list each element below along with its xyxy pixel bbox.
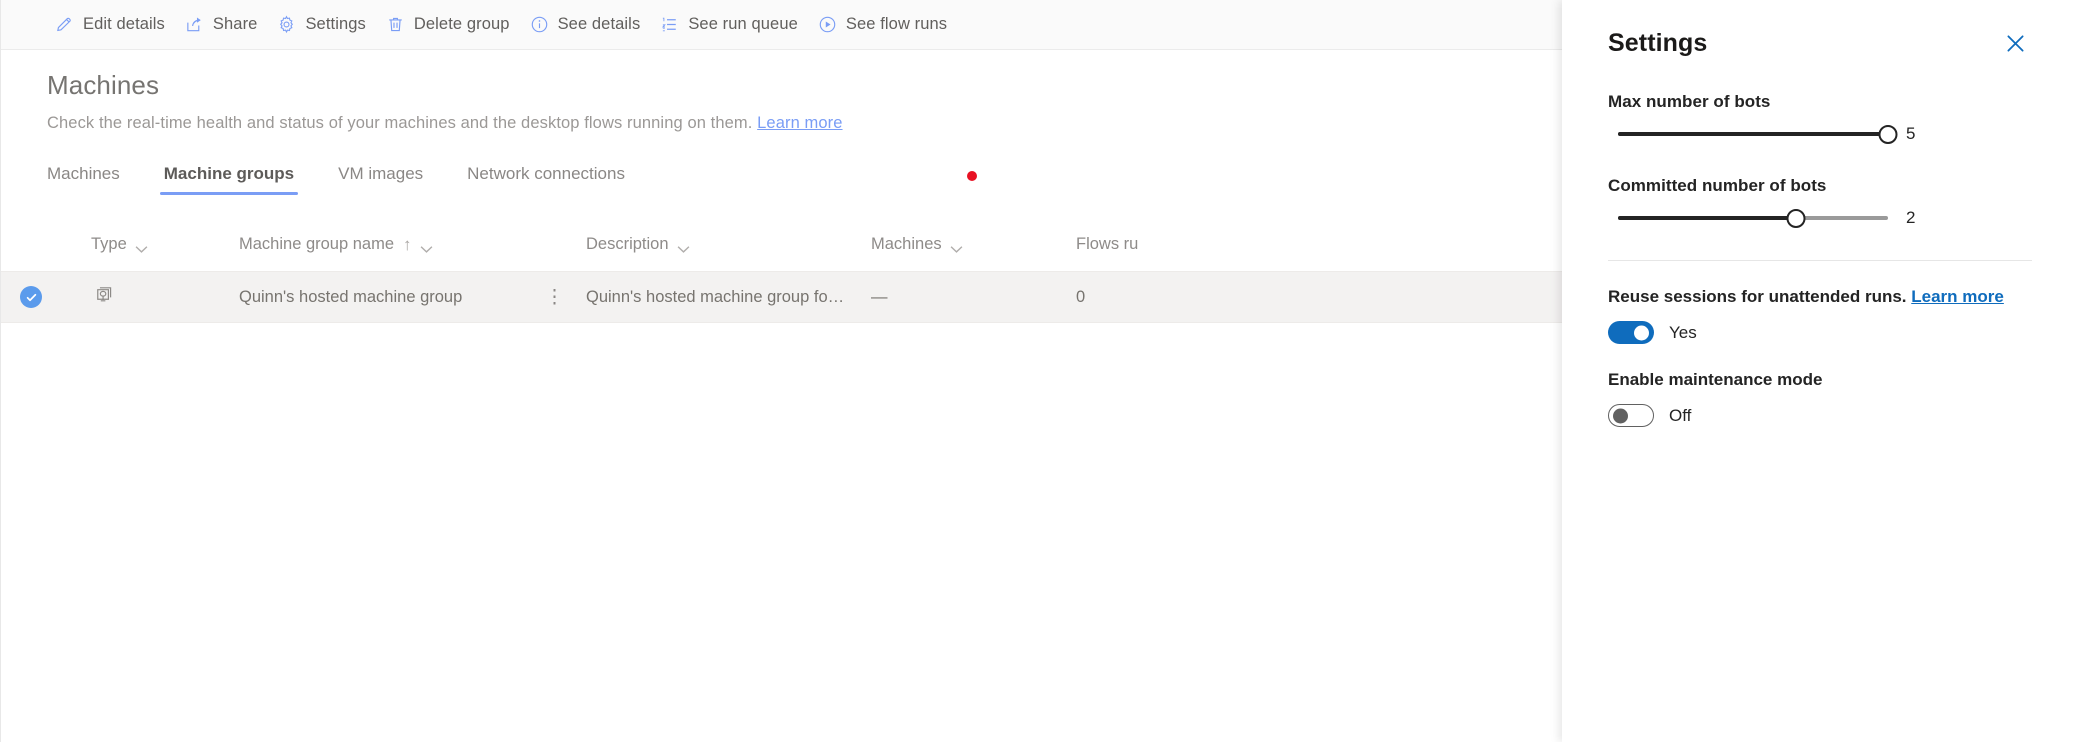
page-header: Machines Check the real-time health and … <box>1 50 1562 133</box>
slider-thumb[interactable] <box>1878 124 1898 144</box>
settings-divider <box>1608 260 2032 261</box>
max-bots-label: Max number of bots <box>1608 92 1771 111</box>
learn-more-link[interactable]: Learn more <box>757 114 842 132</box>
page-subtitle-text: Check the real-time health and status of… <box>47 114 753 132</box>
command-edit-details[interactable]: Edit details <box>45 0 175 50</box>
chevron-down-icon <box>677 240 690 254</box>
row-flows-running-cell: 0 <box>1076 287 1086 306</box>
command-label: Edit details <box>83 15 165 33</box>
slider-fill <box>1618 132 1888 136</box>
settings-panel-header: Settings <box>1608 0 2032 60</box>
command-label: See flow runs <box>845 15 948 33</box>
reuse-sessions-toggle-row: Yes <box>1608 321 2032 344</box>
tab-machines[interactable]: Machines <box>47 164 120 195</box>
pencil-icon <box>55 15 74 34</box>
machine-group-name: Quinn's hosted machine group <box>239 287 463 306</box>
tab-vm-images[interactable]: VM images <box>338 164 423 195</box>
command-see-flow-runs[interactable]: See flow runs <box>808 0 957 50</box>
toggle-knob <box>1613 408 1628 423</box>
chevron-down-icon <box>135 240 148 254</box>
machine-group-icon <box>91 285 116 310</box>
column-label: Machine group name <box>239 234 395 253</box>
committed-bots-slider[interactable] <box>1618 208 1888 228</box>
info-circle-icon <box>530 15 549 34</box>
machine-group-description: Quinn's hosted machine group for Financ.… <box>586 287 848 306</box>
command-bar: Edit details Share Settings Delete group… <box>1 0 1562 50</box>
row-description-cell: Quinn's hosted machine group for Financ.… <box>586 288 871 307</box>
command-label: Share <box>212 15 258 33</box>
close-icon[interactable] <box>1998 26 2032 60</box>
column-label: Type <box>91 234 127 253</box>
maintenance-mode-toggle[interactable] <box>1608 404 1654 427</box>
column-header-machines[interactable]: Machines <box>871 235 1076 254</box>
table-header-row: Type Machine group name ↑ Description Ma… <box>1 217 1562 271</box>
row-name-cell: Quinn's hosted machine group ⋮ <box>191 288 586 307</box>
reuse-sessions-label: Reuse sessions for unattended runs. Lear… <box>1608 287 2032 307</box>
command-see-run-queue[interactable]: See run queue <box>650 0 808 50</box>
committed-bots-label: Committed number of bots <box>1608 176 1827 195</box>
command-label: See details <box>557 15 641 33</box>
chevron-down-icon <box>420 240 433 254</box>
play-circle-icon <box>818 15 837 34</box>
machine-groups-table: Type Machine group name ↑ Description Ma… <box>1 217 1562 323</box>
page-subtitle: Check the real-time health and status of… <box>47 114 1562 133</box>
command-label: Settings <box>305 15 366 33</box>
notification-dot <box>967 171 977 181</box>
max-bots-slider[interactable] <box>1618 124 1898 144</box>
reuse-sessions-state: Yes <box>1669 322 1697 342</box>
tab-machine-groups[interactable]: Machine groups <box>159 164 299 195</box>
main-content-area: Edit details Share Settings Delete group… <box>0 0 1562 742</box>
column-header-machine-group-name[interactable]: Machine group name ↑ <box>191 235 586 254</box>
settings-panel-title: Settings <box>1608 28 1708 57</box>
trash-icon <box>386 15 405 34</box>
row-select-cell[interactable] <box>1 286 61 308</box>
column-header-description[interactable]: Description <box>586 235 871 254</box>
committed-bots-slider-row: 2 <box>1608 208 2032 228</box>
row-overflow-menu-button[interactable]: ⋮ <box>541 288 568 307</box>
row-type-cell <box>61 285 191 310</box>
chevron-down-icon <box>950 240 963 254</box>
checkmark-icon[interactable] <box>20 286 42 308</box>
command-see-details[interactable]: See details <box>520 0 651 50</box>
share-icon <box>185 15 204 34</box>
command-label: See run queue <box>688 15 798 33</box>
sort-ascending-icon: ↑ <box>403 234 412 254</box>
command-share[interactable]: Share <box>175 0 268 50</box>
command-delete-group[interactable]: Delete group <box>376 0 520 50</box>
column-label: Description <box>586 234 669 253</box>
maintenance-mode-label: Enable maintenance mode <box>1608 370 1823 389</box>
reuse-sessions-toggle[interactable] <box>1608 321 1654 344</box>
column-header-type[interactable]: Type <box>61 235 191 254</box>
maintenance-mode-state: Off <box>1669 405 1692 425</box>
settings-panel: Settings Max number of bots 5 Committed … <box>1562 0 2076 742</box>
column-header-flows-running[interactable]: Flows ru <box>1076 235 1256 254</box>
app-root: Edit details Share Settings Delete group… <box>0 0 2076 742</box>
slider-thumb[interactable] <box>1786 208 1806 228</box>
toggle-knob <box>1634 325 1649 340</box>
column-label: Machines <box>871 234 942 253</box>
slider-fill <box>1618 216 1797 220</box>
tab-network-connections[interactable]: Network connections <box>467 164 625 195</box>
reuse-sessions-label-text: Reuse sessions for unattended runs. <box>1608 287 1907 306</box>
reuse-sessions-learn-more-link[interactable]: Learn more <box>1911 287 2004 306</box>
page-title: Machines <box>47 70 160 100</box>
command-settings[interactable]: Settings <box>267 0 375 50</box>
column-label: Flows ru <box>1076 234 1139 253</box>
max-bots-value: 5 <box>1906 124 1916 143</box>
command-label: Delete group <box>413 15 510 33</box>
maintenance-mode-toggle-row: Off <box>1608 404 2032 427</box>
table-row[interactable]: Quinn's hosted machine group ⋮ Quinn's h… <box>1 271 1562 323</box>
tab-bar: Machines Machine groups VM images Networ… <box>1 155 1562 195</box>
gear-icon <box>277 15 296 34</box>
committed-bots-value: 2 <box>1906 208 1916 227</box>
numbered-list-icon <box>660 15 679 34</box>
max-bots-slider-row: 5 <box>1608 124 2032 144</box>
row-machines-cell: — <box>871 287 888 306</box>
